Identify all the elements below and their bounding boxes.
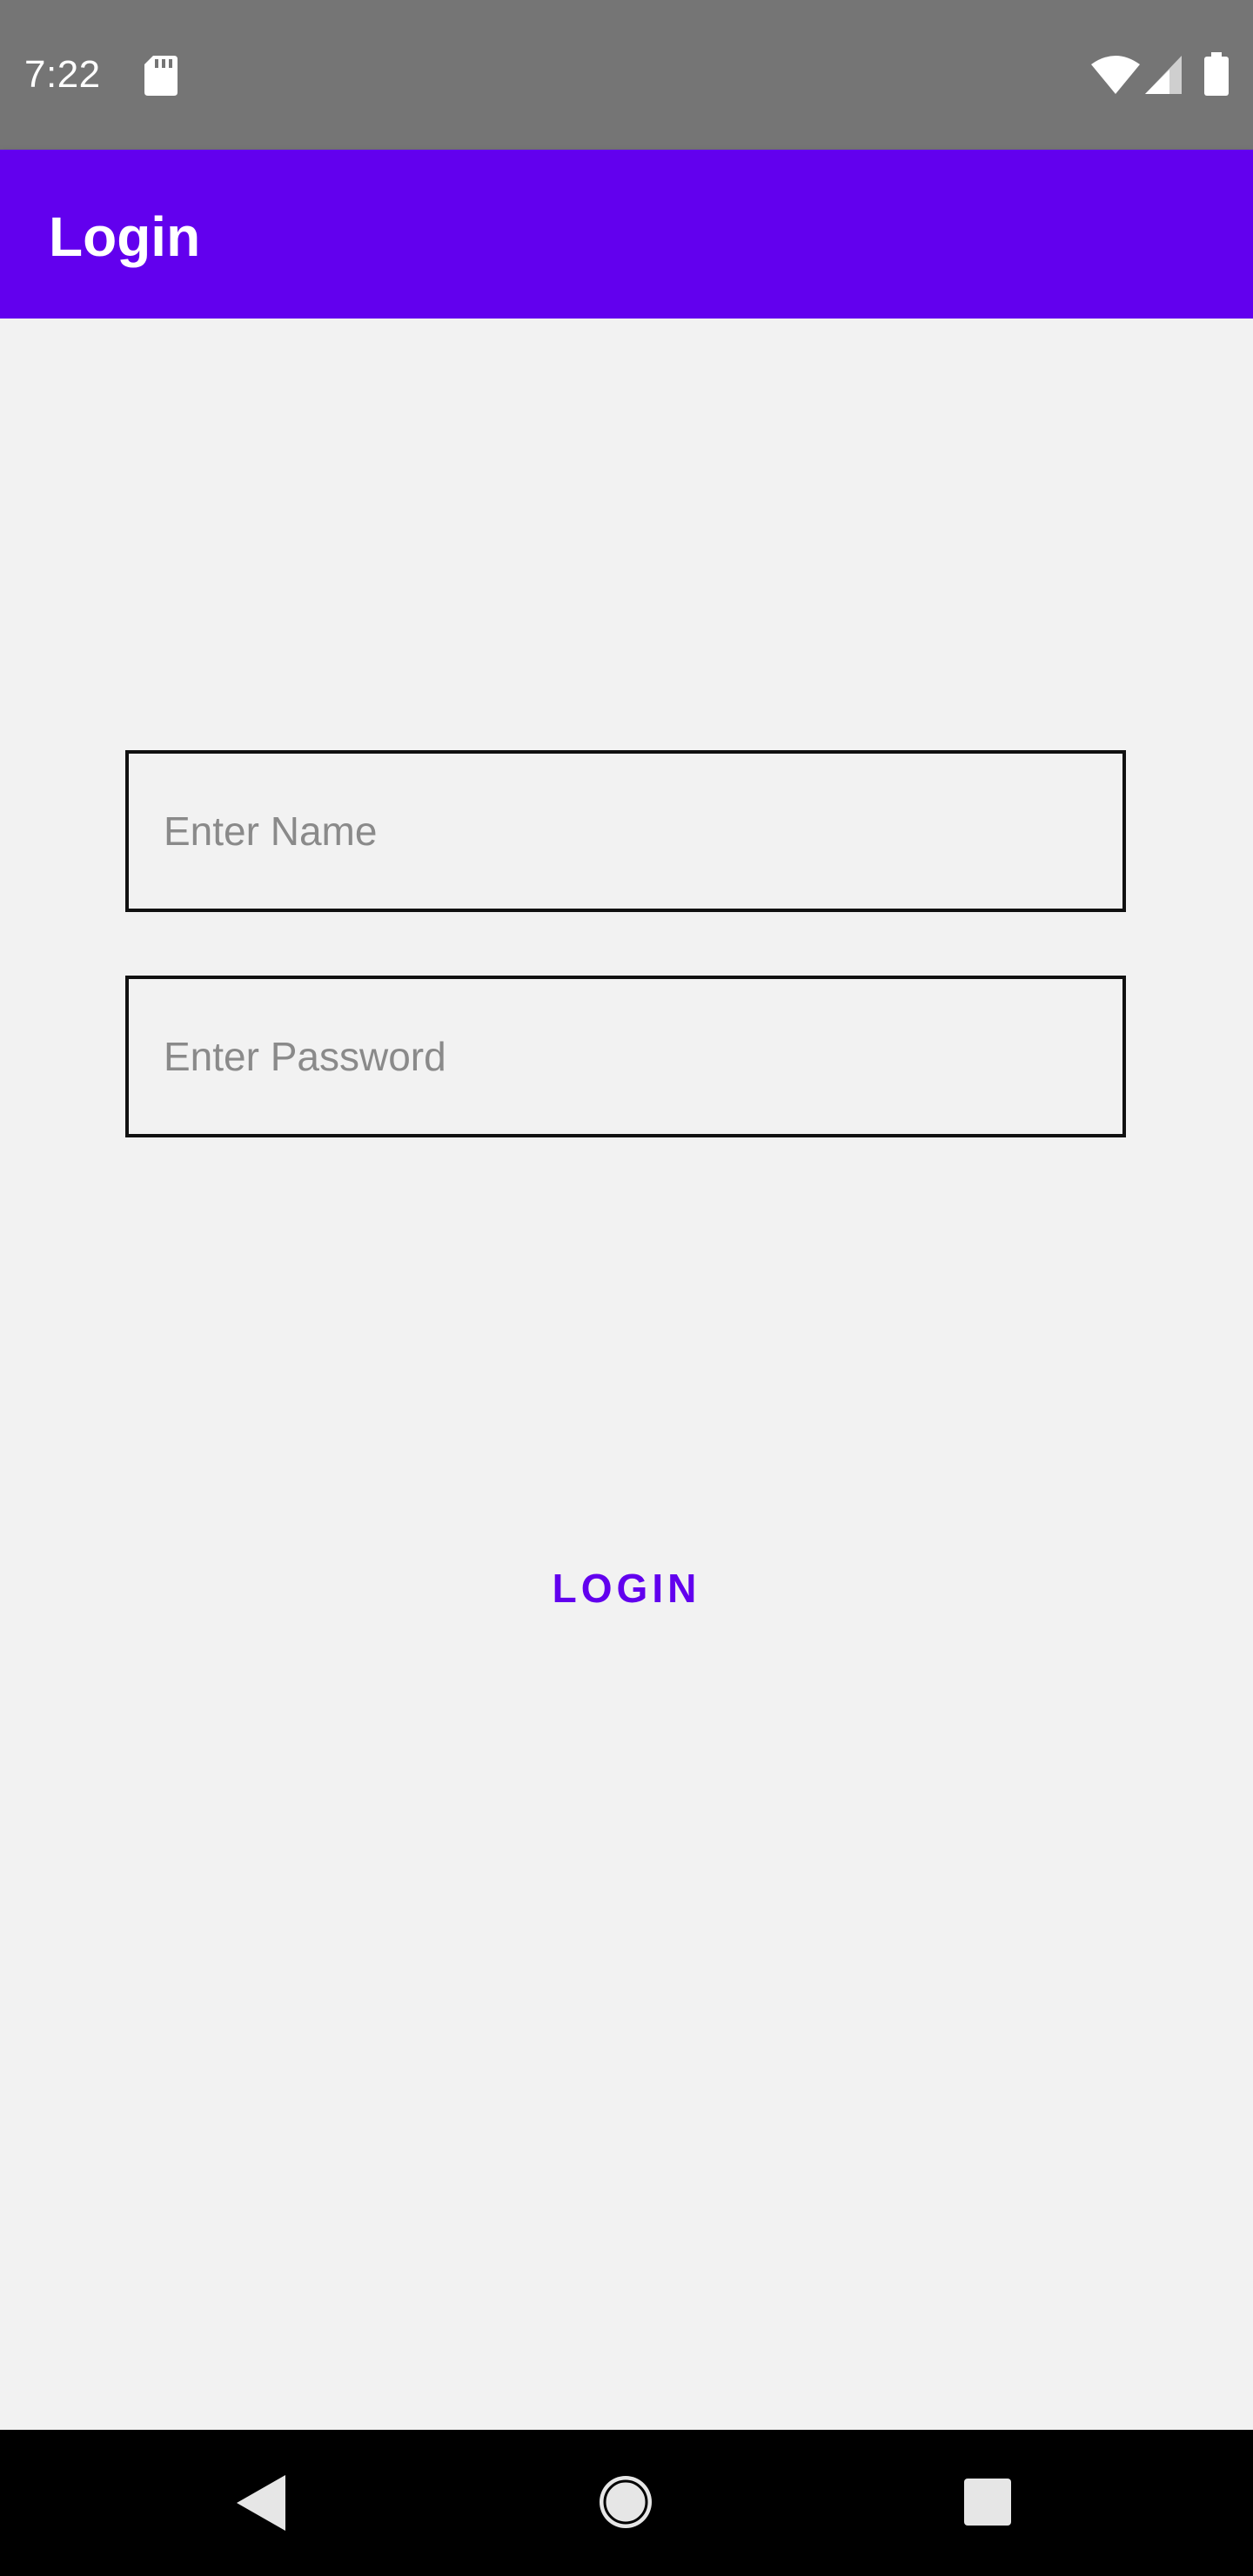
recents-icon[interactable]: [964, 2479, 1011, 2526]
name-field-container: [125, 750, 1126, 912]
home-icon[interactable]: [597, 2473, 654, 2531]
cell-signal-icon: [1145, 56, 1182, 94]
login-button[interactable]: LOGIN: [487, 1532, 766, 1645]
status-bar: 7:22: [0, 0, 1253, 150]
status-time: 7:22: [24, 53, 101, 96]
password-input[interactable]: [129, 979, 1122, 1134]
page-title: Login: [49, 205, 201, 268]
app-bar: Login: [0, 150, 1253, 319]
name-input[interactable]: [129, 754, 1122, 909]
password-field-container: [125, 976, 1126, 1137]
battery-icon: [1204, 52, 1229, 96]
content-area: [0, 319, 1253, 2430]
sd-card-icon: [144, 56, 178, 96]
wifi-icon: [1091, 56, 1140, 94]
navigation-bar: [0, 2430, 1253, 2576]
back-icon[interactable]: [237, 2475, 285, 2531]
